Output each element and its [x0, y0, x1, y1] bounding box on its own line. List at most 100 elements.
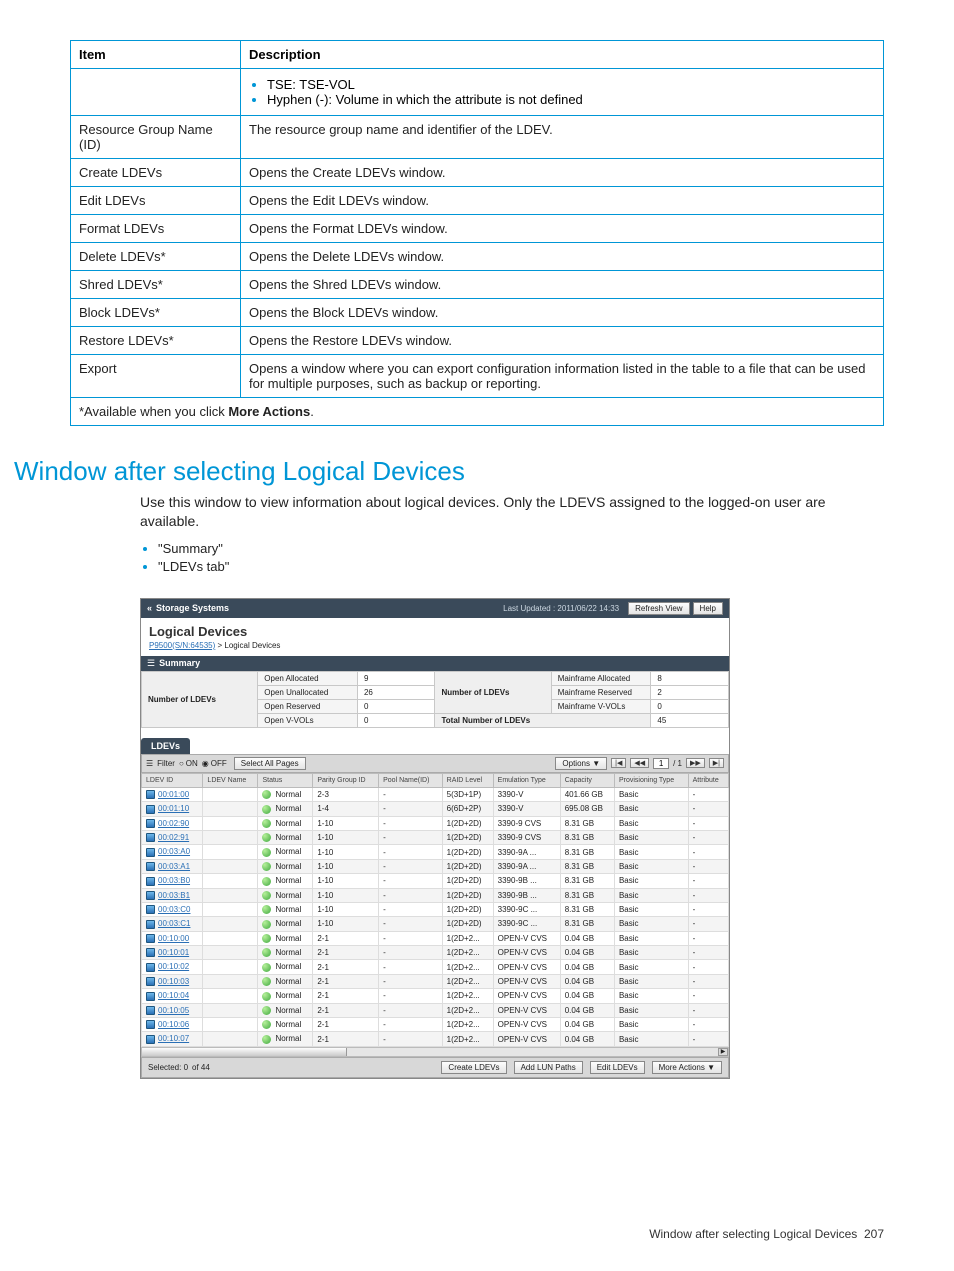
ldev-icon: [146, 819, 155, 828]
scroll-right-icon[interactable]: ▶: [718, 1048, 728, 1056]
table-row[interactable]: 00:03:B0Normal1-10-1(2D+2D)3390-9B ...8.…: [142, 874, 729, 888]
table-cell-item: Export: [71, 355, 241, 398]
footnote: *Available when you click More Actions.: [71, 398, 884, 426]
total-count: of 44: [192, 1063, 210, 1072]
add-lun-paths-button[interactable]: Add LUN Paths: [514, 1061, 583, 1074]
grid-toolbar: ☰ Filter ○ON ◉OFF Select All Pages Optio…: [141, 754, 729, 773]
page-first-button[interactable]: |◀: [611, 758, 626, 768]
column-header[interactable]: Parity Group ID: [313, 773, 379, 787]
table-row[interactable]: 00:10:06Normal2-1-1(2D+2...OPEN-V CVS0.0…: [142, 1018, 729, 1032]
ldev-icon: [146, 920, 155, 929]
ldev-icon: [146, 877, 155, 886]
summary-header[interactable]: ☰Summary: [141, 656, 729, 671]
table-row[interactable]: 00:03:C1Normal1-10-1(2D+2D)3390-9C ...8.…: [142, 917, 729, 931]
help-button[interactable]: Help: [693, 602, 723, 615]
column-header[interactable]: Capacity: [560, 773, 614, 787]
edit-ldevs-button[interactable]: Edit LDEVs: [590, 1061, 645, 1074]
table-row[interactable]: 00:02:90Normal1-10-1(2D+2D)3390-9 CVS8.3…: [142, 816, 729, 830]
table-row[interactable]: 00:10:03Normal2-1-1(2D+2...OPEN-V CVS0.0…: [142, 974, 729, 988]
ldev-id-link[interactable]: 00:03:C0: [158, 905, 190, 914]
page-input[interactable]: [653, 758, 669, 769]
table-cell-description: Opens a window where you can export conf…: [241, 355, 884, 398]
ldev-id-link[interactable]: 00:10:02: [158, 962, 189, 971]
table-row[interactable]: 00:03:A1Normal1-10-1(2D+2D)3390-9A ...8.…: [142, 859, 729, 873]
ldev-id-link[interactable]: 00:01:10: [158, 804, 189, 813]
list-item[interactable]: "Summary": [158, 541, 884, 556]
options-button[interactable]: Options ▼: [555, 757, 607, 770]
column-header[interactable]: Status: [258, 773, 313, 787]
page-next-button[interactable]: ▶▶: [686, 758, 705, 768]
table-cell-description: Opens the Delete LDEVs window.: [241, 243, 884, 271]
ldev-id-link[interactable]: 00:10:03: [158, 977, 189, 986]
ldev-id-link[interactable]: 00:03:A0: [158, 847, 190, 856]
ldev-id-link[interactable]: 00:10:05: [158, 1006, 189, 1015]
column-header[interactable]: LDEV Name: [203, 773, 258, 787]
table-row[interactable]: 00:03:B1Normal1-10-1(2D+2D)3390-9B ...8.…: [142, 888, 729, 902]
horizontal-scrollbar[interactable]: ◀ ▶: [141, 1047, 729, 1057]
ldev-id-link[interactable]: 00:10:01: [158, 948, 189, 957]
filter-off-radio[interactable]: ◉OFF: [202, 759, 227, 768]
status-normal-icon: [262, 977, 271, 986]
filter-on-radio[interactable]: ○ON: [179, 759, 198, 768]
breadcrumb-current: Logical Devices: [224, 641, 280, 650]
status-normal-icon: [262, 790, 271, 799]
table-row[interactable]: 00:03:C0Normal1-10-1(2D+2D)3390-9C ...8.…: [142, 902, 729, 916]
ldev-id-link[interactable]: 00:03:C1: [158, 919, 190, 928]
breadcrumb-link[interactable]: P9500(S/N:64535): [149, 641, 215, 650]
ldev-icon: [146, 1006, 155, 1015]
table-cell-item: Format LDEVs: [71, 215, 241, 243]
ldev-id-link[interactable]: 00:02:90: [158, 819, 189, 828]
table-cell-item: Block LDEVs*: [71, 299, 241, 327]
status-normal-icon: [262, 805, 271, 814]
table-row[interactable]: 00:10:00Normal2-1-1(2D+2...OPEN-V CVS0.0…: [142, 931, 729, 945]
table-row[interactable]: 00:10:07Normal2-1-1(2D+2...OPEN-V CVS0.0…: [142, 1032, 729, 1046]
table-row[interactable]: 00:10:05Normal2-1-1(2D+2...OPEN-V CVS0.0…: [142, 1003, 729, 1017]
page-prev-button[interactable]: ◀◀: [630, 758, 649, 768]
ldev-id-link[interactable]: 00:10:00: [158, 934, 189, 943]
column-header[interactable]: Pool Name(ID): [379, 773, 443, 787]
select-all-button[interactable]: Select All Pages: [234, 757, 306, 770]
ldev-id-link[interactable]: 00:10:06: [158, 1020, 189, 1029]
section-description: Use this window to view information abou…: [140, 493, 884, 531]
collapse-icon[interactable]: ☰: [147, 658, 155, 668]
column-header[interactable]: Provisioning Type: [614, 773, 688, 787]
table-row[interactable]: 00:10:01Normal2-1-1(2D+2...OPEN-V CVS0.0…: [142, 946, 729, 960]
ldev-id-link[interactable]: 00:02:91: [158, 833, 189, 842]
table-cell-description: Opens the Restore LDEVs window.: [241, 327, 884, 355]
ldev-id-link[interactable]: 00:03:A1: [158, 862, 190, 871]
selected-count: Selected: 0: [148, 1063, 188, 1072]
column-header[interactable]: Emulation Type: [493, 773, 560, 787]
table-row[interactable]: 00:01:00Normal2-3-5(3D+1P)3390-V401.66 G…: [142, 787, 729, 801]
ldev-id-link[interactable]: 00:01:00: [158, 790, 189, 799]
collapse-icon[interactable]: ☰: [146, 759, 153, 768]
ldev-id-link[interactable]: 00:10:04: [158, 991, 189, 1000]
list-item[interactable]: "LDEVs tab": [158, 559, 884, 574]
refresh-button[interactable]: Refresh View: [628, 602, 689, 615]
tab-ldevs[interactable]: LDEVs: [141, 738, 190, 754]
table-row[interactable]: 00:01:10Normal1-4-6(6D+2P)3390-V695.08 G…: [142, 802, 729, 816]
table-row[interactable]: 00:02:91Normal1-10-1(2D+2D)3390-9 CVS8.3…: [142, 830, 729, 844]
table-cell-item: Edit LDEVs: [71, 187, 241, 215]
column-header[interactable]: LDEV ID: [142, 773, 203, 787]
table-row[interactable]: 00:10:02Normal2-1-1(2D+2...OPEN-V CVS0.0…: [142, 960, 729, 974]
page-total: / 1: [673, 759, 682, 768]
more-actions-button[interactable]: More Actions ▼: [652, 1061, 722, 1074]
section-link-list: "Summary" "LDEVs tab": [158, 541, 884, 574]
ldev-id-link[interactable]: 00:03:B1: [158, 891, 190, 900]
create-ldevs-button[interactable]: Create LDEVs: [441, 1061, 506, 1074]
ldev-id-link[interactable]: 00:10:07: [158, 1034, 189, 1043]
table-row[interactable]: 00:03:A0Normal1-10-1(2D+2D)3390-9A ...8.…: [142, 845, 729, 859]
ldev-icon: [146, 891, 155, 900]
ldev-id-link[interactable]: 00:03:B0: [158, 876, 190, 885]
ldev-icon: [146, 963, 155, 972]
ldev-icon: [146, 833, 155, 842]
ldev-icon: [146, 790, 155, 799]
back-label[interactable]: Storage Systems: [156, 603, 229, 613]
column-header[interactable]: RAID Level: [442, 773, 493, 787]
page-last-button[interactable]: ▶|: [709, 758, 724, 768]
ldev-icon: [146, 848, 155, 857]
chevron-left-icon[interactable]: «: [147, 603, 152, 613]
table-row[interactable]: 00:10:04Normal2-1-1(2D+2...OPEN-V CVS0.0…: [142, 989, 729, 1003]
column-header[interactable]: Attribute: [688, 773, 728, 787]
table-cell-item: Shred LDEVs*: [71, 271, 241, 299]
